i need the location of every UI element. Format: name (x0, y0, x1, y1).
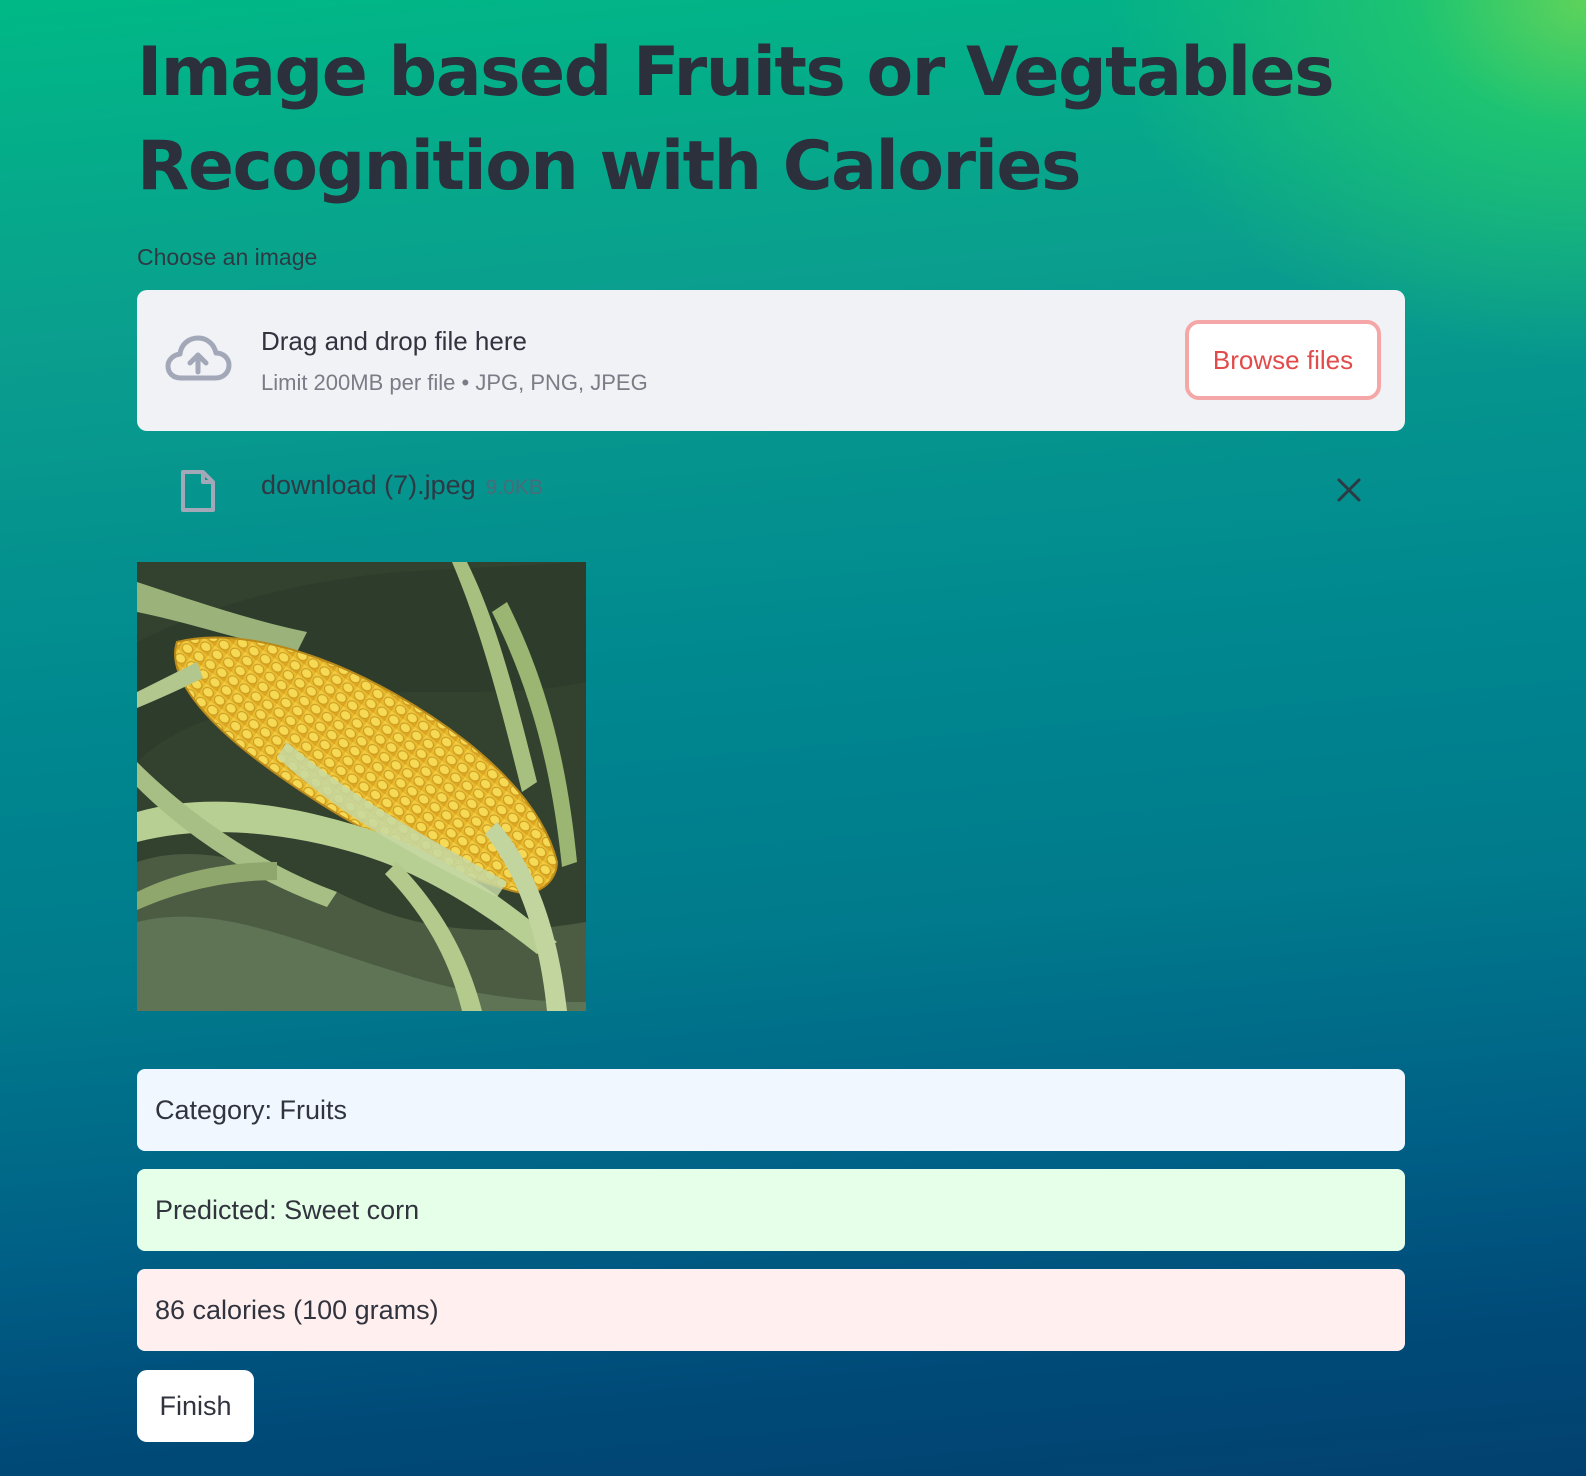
page-title: Image based Fruits or Vegtables Recognit… (137, 33, 1335, 206)
corn-image (137, 562, 586, 1011)
cloud-upload-icon (165, 335, 232, 381)
finish-button[interactable]: Finish (137, 1370, 254, 1442)
file-name-text: download (7).jpeg (261, 470, 476, 500)
file-size: 9.0KB (485, 476, 543, 499)
dropzone-subtitle: Limit 200MB per file • JPG, PNG, JPEG (261, 370, 648, 395)
dropzone-text: Drag and drop file here Limit 200MB per … (261, 324, 648, 396)
uploader-label: Choose an image (137, 244, 318, 270)
uploaded-file-row: download (7).jpeg 9.0KB (137, 460, 1405, 520)
file-dropzone[interactable]: Drag and drop file here Limit 200MB per … (137, 290, 1405, 431)
dropzone-title: Drag and drop file here (261, 326, 527, 356)
calories-alert: 86 calories (100 grams) (137, 1269, 1405, 1351)
browse-files-button[interactable]: Browse files (1185, 320, 1381, 400)
uploaded-image-preview (137, 562, 586, 1011)
uploaded-file-name: download (7).jpeg 9.0KB (261, 470, 543, 501)
predicted-alert: Predicted: Sweet corn (137, 1169, 1405, 1251)
category-alert: Category: Fruits (137, 1069, 1405, 1151)
close-icon[interactable] (1331, 472, 1367, 508)
file-icon (181, 470, 215, 512)
